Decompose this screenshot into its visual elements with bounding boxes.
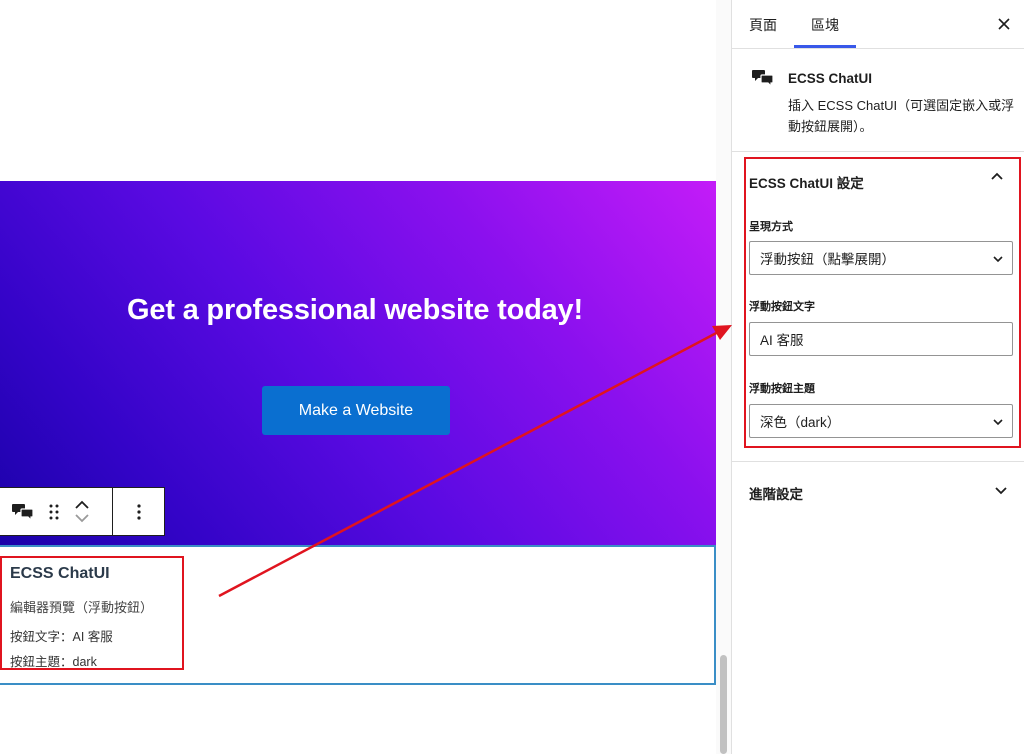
button-text-input[interactable]: AI 客服 <box>749 322 1013 356</box>
canvas-scrollbar-thumb[interactable] <box>720 655 727 754</box>
chevron-up-icon[interactable] <box>74 500 90 510</box>
button-theme-label: 浮動按鈕主題 <box>749 383 815 395</box>
button-text-value: AI 客服 <box>760 333 804 348</box>
advanced-panel-title[interactable]: 進階設定 <box>749 483 803 503</box>
chevron-up-icon[interactable] <box>990 169 1004 188</box>
chevron-down-icon <box>992 253 1004 268</box>
display-mode-value: 浮動按鈕（點擊展開） <box>760 252 895 267</box>
button-theme-select[interactable]: 深色（dark） <box>749 404 1013 438</box>
display-mode-select[interactable]: 浮動按鈕（點擊展開） <box>749 241 1013 275</box>
chevron-down-icon[interactable] <box>74 513 90 523</box>
chevron-down-icon <box>992 416 1004 431</box>
editor-canvas: Get a professional website today! Make a… <box>0 0 718 754</box>
block-toolbar-main-group <box>0 488 113 535</box>
tab-page[interactable]: 頁面 <box>742 0 784 49</box>
settings-sidebar: 頁面 區塊 ECSS ChatUI 插入 ECSS ChatUI（可選固定嵌入或… <box>731 0 1024 754</box>
more-vertical-icon[interactable] <box>136 503 142 521</box>
make-website-button[interactable]: Make a Website <box>262 386 450 435</box>
block-preview-button-text: 按鈕文字：AI 客服 <box>10 630 113 644</box>
hero-heading[interactable]: Get a professional website today! <box>0 294 710 327</box>
block-toolbar-options-group <box>113 488 164 535</box>
button-theme-value: 深色（dark） <box>760 415 841 430</box>
active-tab-indicator <box>794 45 856 48</box>
chevron-down-icon[interactable] <box>994 483 1008 502</box>
tab-block[interactable]: 區塊 <box>794 0 856 49</box>
panel-divider <box>732 461 1024 462</box>
settings-panel-title[interactable]: ECSS ChatUI 設定 <box>749 172 864 192</box>
sidebar-tabs: 頁面 區塊 <box>732 0 1024 49</box>
close-icon[interactable] <box>992 12 1016 36</box>
canvas-scrollbar-track[interactable] <box>716 0 731 754</box>
block-preview-subtitle: 編輯器預覽（浮動按鈕） <box>10 600 154 615</box>
block-movers <box>74 500 90 523</box>
block-preview-button-theme: 按鈕主題：dark <box>10 655 97 669</box>
block-preview-title: ECSS ChatUI <box>10 565 110 582</box>
chat-bubbles-icon <box>752 68 774 93</box>
block-card-description: 插入 ECSS ChatUI（可選固定嵌入或浮動按鈕展開）。 <box>788 98 1015 134</box>
drag-handle-icon[interactable] <box>48 503 60 521</box>
block-toolbar <box>0 487 165 536</box>
button-text-label: 浮動按鈕文字 <box>749 301 815 313</box>
chat-bubbles-icon[interactable] <box>12 502 34 522</box>
block-card-title: ECSS ChatUI <box>788 71 873 86</box>
display-mode-label: 呈現方式 <box>749 221 793 233</box>
block-card: ECSS ChatUI 插入 ECSS ChatUI（可選固定嵌入或浮動按鈕展開… <box>732 49 1024 152</box>
editor-screen: Get a professional website today! Make a… <box>0 0 1024 754</box>
